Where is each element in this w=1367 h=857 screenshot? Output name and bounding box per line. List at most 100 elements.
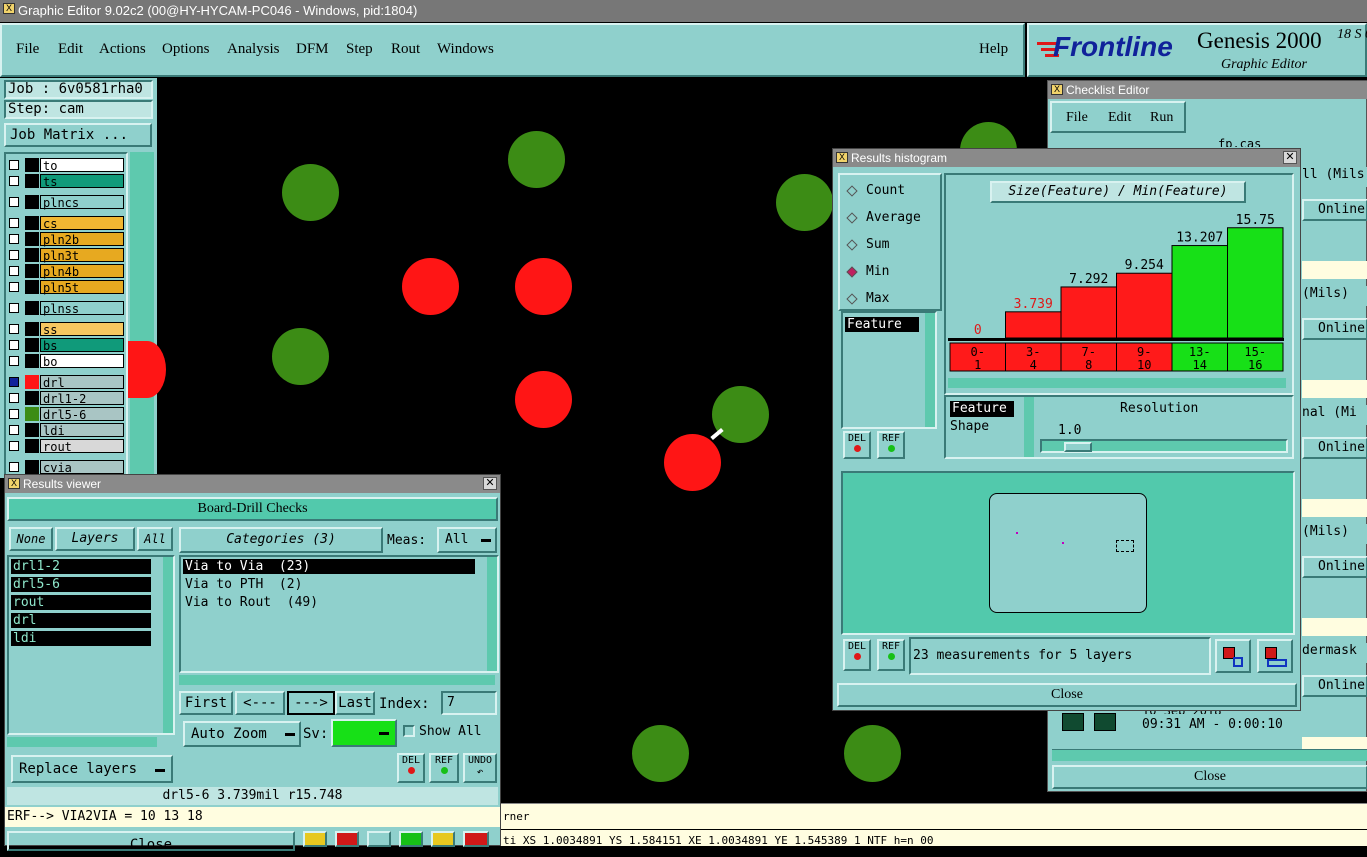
mode-average-radio[interactable]: Average (846, 210, 940, 230)
resolution-slider[interactable] (1040, 439, 1288, 453)
chart-scrollbar[interactable] (948, 378, 1286, 388)
layer-name[interactable]: pln4b (40, 264, 124, 279)
slider-thumb[interactable] (1064, 442, 1092, 452)
histogram-icon[interactable] (463, 831, 489, 847)
first-button[interactable]: First (179, 691, 233, 715)
layer-color-swatch[interactable] (25, 460, 39, 474)
layer-row-rout[interactable]: rout (7, 439, 125, 454)
results-viewer-close-button[interactable]: Close (7, 831, 295, 853)
layer-checkbox[interactable] (9, 234, 19, 244)
attr-feature[interactable]: Feature (950, 401, 1014, 417)
job-matrix-button[interactable]: Job Matrix ... (4, 123, 152, 147)
attr-scrollbar[interactable] (1024, 397, 1034, 457)
online-button[interactable]: Online... (1302, 318, 1367, 340)
layer-name[interactable]: drl1-2 (40, 391, 124, 406)
check-icon[interactable] (1094, 713, 1116, 731)
layer-row-pln4b[interactable]: pln4b (7, 264, 125, 279)
category-item[interactable]: Via to Rout (49) (183, 595, 475, 610)
layer-name[interactable]: drl (40, 375, 124, 390)
tool-icon[interactable] (399, 831, 423, 847)
layer-name[interactable]: ss (40, 322, 124, 337)
layer-row-drl[interactable]: drl (7, 375, 125, 390)
layer-color-swatch[interactable] (25, 280, 39, 294)
rv-undo-button[interactable]: UNDO ↶ (463, 753, 497, 783)
mode-count-radio[interactable]: Count (846, 183, 940, 203)
layer-name[interactable]: cs (40, 216, 124, 231)
menu-analysis[interactable]: Analysis (227, 25, 280, 73)
online-button[interactable]: Online... (1302, 675, 1367, 697)
online-button[interactable]: Online... (1302, 437, 1367, 459)
hist-ref-button-2[interactable]: REF (877, 639, 905, 671)
index-input[interactable]: 7 (441, 691, 497, 715)
histogram-bar[interactable] (1005, 311, 1062, 339)
layer-name[interactable]: bo (40, 354, 124, 369)
category-hscroll[interactable] (179, 675, 495, 685)
close-icon[interactable]: ✕ (483, 477, 497, 490)
mode-min-radio[interactable]: Min (846, 264, 940, 284)
layer-color-swatch[interactable] (25, 264, 39, 278)
rv-ref-button[interactable]: REF (429, 753, 459, 783)
layer-color-swatch[interactable] (25, 248, 39, 262)
feature-list-scrollbar[interactable] (925, 313, 935, 427)
attr-shape[interactable]: Shape (950, 419, 989, 434)
sv-dropdown[interactable] (331, 719, 397, 747)
check-icon[interactable] (1062, 713, 1084, 731)
online-button[interactable]: Online... (1302, 199, 1367, 221)
layer-row-pln5t[interactable]: pln5t (7, 280, 125, 295)
layer-row-pln3t[interactable]: pln3t (7, 248, 125, 263)
histogram-close-button[interactable]: Close (837, 683, 1297, 707)
layer-color-swatch[interactable] (25, 354, 39, 368)
next-button[interactable]: ---> (287, 691, 335, 715)
layer-checkbox[interactable] (9, 282, 19, 292)
layer-checkbox[interactable] (9, 340, 19, 350)
layer-checkbox[interactable] (9, 303, 19, 313)
layer-color-swatch[interactable] (25, 216, 39, 230)
layer-name[interactable]: pln5t (40, 280, 124, 295)
layer-results-scrollbar[interactable] (163, 557, 173, 733)
layer-row-to[interactable]: to (7, 158, 125, 173)
feature-list-item[interactable]: Feature (845, 317, 919, 332)
layer-name[interactable]: ldi (40, 423, 124, 438)
replace-layers-dropdown[interactable]: Replace layers (11, 755, 173, 783)
checklist-menu-edit[interactable]: Edit (1108, 110, 1131, 126)
rv-del-button[interactable]: DEL (397, 753, 425, 783)
layer-result-item[interactable]: ldi (11, 631, 151, 646)
layer-row-bo[interactable]: bo (7, 354, 125, 369)
meas-dropdown[interactable]: All (437, 527, 497, 553)
checklist-menu-file[interactable]: File (1066, 110, 1088, 126)
hist-ref-button[interactable]: REF (877, 431, 905, 459)
last-button[interactable]: Last (335, 691, 375, 715)
layer-checkbox[interactable] (9, 462, 19, 472)
layer-checkbox[interactable] (9, 160, 19, 170)
layer-name[interactable]: pln3t (40, 248, 124, 263)
layer-row-plncs[interactable]: plncs (7, 195, 125, 210)
layer-checkbox[interactable] (9, 409, 19, 419)
category-item[interactable]: Via to Via (23) (183, 559, 475, 574)
layer-checkbox[interactable] (9, 441, 19, 451)
histogram-bar[interactable] (1171, 245, 1228, 339)
layer-color-swatch[interactable] (25, 375, 39, 389)
auto-zoom-dropdown[interactable]: Auto Zoom (183, 721, 301, 747)
show-all-checkbox[interactable] (403, 725, 415, 737)
layer-name[interactable]: to (40, 158, 124, 173)
menu-file[interactable]: File (16, 25, 39, 73)
layer-color-swatch[interactable] (25, 158, 39, 172)
layer-checkbox[interactable] (9, 266, 19, 276)
layer-result-item[interactable]: drl1-2 (11, 559, 151, 574)
tool-icon[interactable] (367, 831, 391, 847)
layer-checkbox[interactable] (9, 356, 19, 366)
layer-color-swatch[interactable] (25, 174, 39, 188)
layer-result-item[interactable]: drl5-6 (11, 577, 151, 592)
menu-edit[interactable]: Edit (58, 25, 83, 73)
tool-icon[interactable] (431, 831, 455, 847)
layer-results-hscroll[interactable] (7, 737, 157, 747)
menu-options[interactable]: Options (162, 25, 210, 73)
layer-name[interactable]: plnss (40, 301, 124, 316)
layers-button[interactable]: Layers (55, 527, 135, 551)
zoom-in-icon[interactable] (1215, 639, 1251, 673)
layer-name[interactable]: rout (40, 439, 124, 454)
layer-name[interactable]: bs (40, 338, 124, 353)
layer-color-swatch[interactable] (25, 439, 39, 453)
layer-checkbox[interactable] (9, 176, 19, 186)
layer-name[interactable]: plncs (40, 195, 124, 210)
